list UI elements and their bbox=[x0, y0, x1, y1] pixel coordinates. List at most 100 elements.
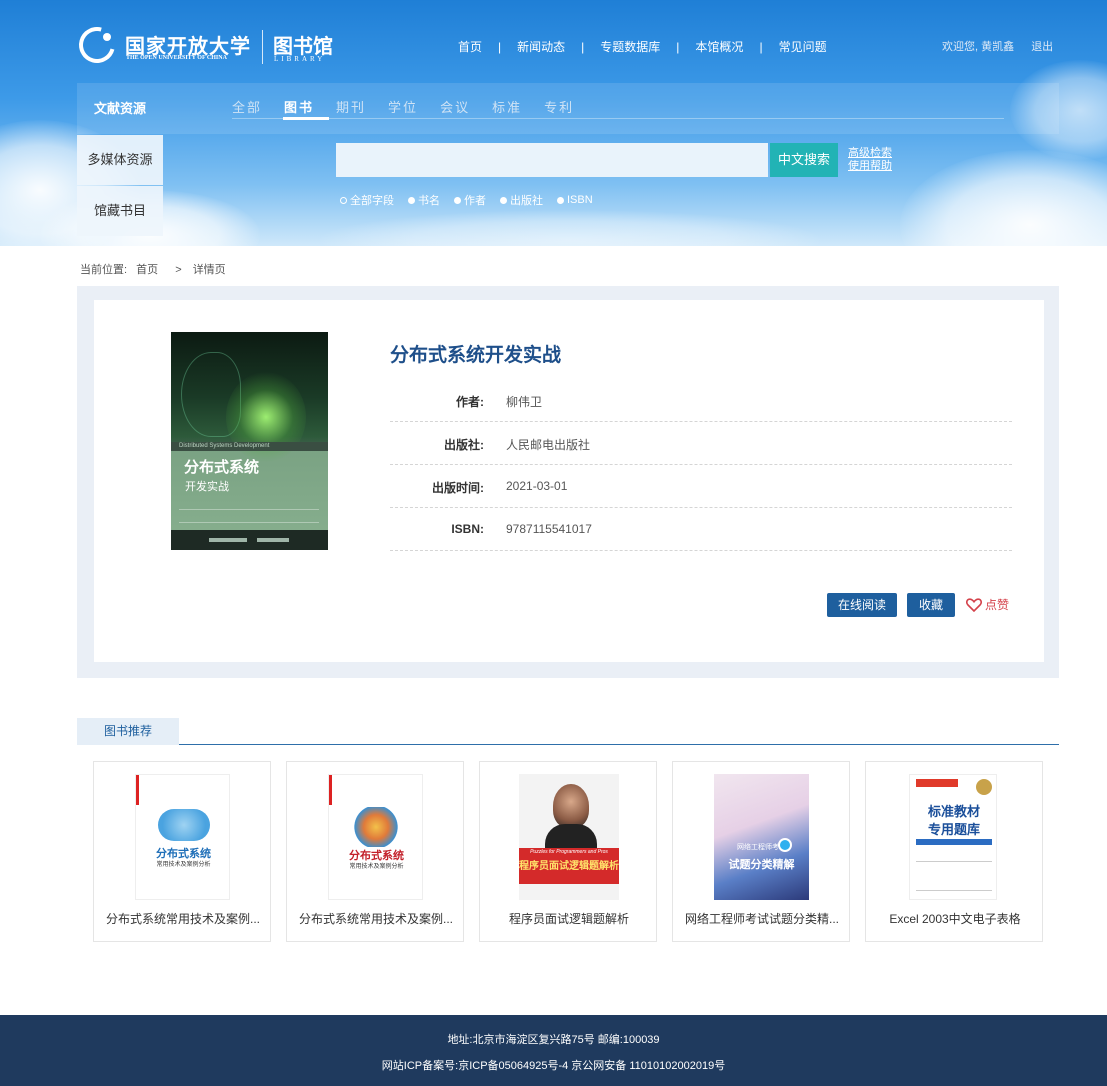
sidebar-item-catalog[interactable]: 馆藏书目 bbox=[77, 186, 163, 236]
recommend-caption[interactable]: 程序员面试逻辑题解析 bbox=[480, 910, 658, 927]
search-input[interactable] bbox=[336, 143, 768, 177]
field-option-publisher[interactable]: 出版社 bbox=[500, 192, 543, 208]
cover-title: 分布式系统 bbox=[184, 460, 260, 476]
tab-patents[interactable]: 专利 bbox=[544, 97, 574, 116]
field-row-publisher: 出版社: 人民邮电出版社 bbox=[390, 423, 1012, 465]
user-box: 欢迎您, 黄凯鑫 退出 bbox=[942, 38, 1053, 54]
recommend-cover-title: 程序员面试逻辑题解析 bbox=[519, 861, 619, 872]
cover-publisher-logo bbox=[209, 538, 247, 542]
nav-separator: | bbox=[498, 39, 502, 54]
recommend-card[interactable]: 分布式系统 常用技术及案例分析 分布式系统常用技术及案例... bbox=[93, 761, 271, 942]
field-option-label: 作者 bbox=[464, 195, 486, 207]
active-tab-indicator bbox=[283, 117, 329, 120]
footer: 地址:北京市海淀区复兴路75号 邮编:100039 网站ICP备案号:京ICP备… bbox=[0, 1015, 1107, 1086]
recommend-cover-image: 分布式系统 常用技术及案例分析 bbox=[328, 774, 423, 900]
recommend-caption[interactable]: 分布式系统常用技术及案例... bbox=[94, 910, 272, 927]
breadcrumb-home[interactable]: 首页 bbox=[136, 264, 158, 276]
recommend-caption[interactable]: 网络工程师考试试题分类精... bbox=[673, 910, 851, 927]
recommend-card[interactable]: 网络工程师考试 试题分类精解 网络工程师考试试题分类精... bbox=[672, 761, 850, 942]
book-title: 分布式系统开发实战 bbox=[390, 345, 562, 366]
field-option-label: 出版社 bbox=[510, 195, 543, 207]
advanced-search-link[interactable]: 高级检索 bbox=[848, 147, 892, 160]
field-row-publish-date: 出版时间: 2021-03-01 bbox=[390, 466, 1012, 508]
logout-link[interactable]: 退出 bbox=[1031, 41, 1053, 53]
recommend-caption[interactable]: 分布式系统常用技术及案例... bbox=[287, 910, 465, 927]
recommend-cover-subtitle: Puzzles for Programmers and Pros bbox=[530, 849, 608, 855]
recommend-card[interactable]: 标准教材 专用题库 Excel 2003中文电子表格 bbox=[865, 761, 1043, 942]
field-row-isbn: ISBN: 9787115541017 bbox=[390, 509, 1012, 551]
field-label: 出版社: bbox=[444, 438, 484, 452]
radio-icon bbox=[557, 196, 564, 204]
recommend-header bbox=[77, 718, 1059, 745]
field-option-label: ISBN bbox=[567, 194, 593, 206]
recommend-cover-title: 试题分类精解 bbox=[728, 859, 795, 871]
field-option-isbn[interactable]: ISBN bbox=[557, 192, 593, 208]
recommend-cover-subtitle: 专用题库 bbox=[927, 822, 980, 837]
nav-item-about[interactable]: 本馆概况 bbox=[695, 38, 743, 55]
recommend-caption[interactable]: Excel 2003中文电子表格 bbox=[866, 910, 1044, 927]
footer-address: 地址:北京市海淀区复兴路75号 邮编:100039 bbox=[447, 1034, 660, 1046]
top-bar: 国家开放大学 THE OPEN UNIVERSITY OF CHINA 图书馆 … bbox=[0, 0, 1107, 82]
nav-item-faq[interactable]: 常见问题 bbox=[779, 38, 827, 55]
field-value: 9787115541017 bbox=[506, 522, 592, 536]
field-value: 柳伟卫 bbox=[506, 395, 543, 409]
like-button[interactable]: 点赞 bbox=[966, 596, 1009, 613]
search-button[interactable]: 中文搜索 bbox=[770, 143, 838, 177]
cover-description bbox=[179, 509, 319, 523]
field-option-title[interactable]: 书名 bbox=[408, 192, 440, 208]
heart-icon bbox=[966, 597, 982, 612]
tab-underline bbox=[232, 118, 1004, 119]
field-label: 出版时间: bbox=[432, 481, 484, 495]
nav-separator: | bbox=[759, 39, 763, 54]
breadcrumb-current: 详情页 bbox=[192, 264, 226, 276]
like-label: 点赞 bbox=[985, 598, 1010, 612]
breadcrumb-separator: > bbox=[175, 264, 182, 276]
university-logo-icon[interactable] bbox=[72, 20, 122, 70]
tab-recommend[interactable]: 图书推荐 bbox=[77, 718, 179, 745]
read-online-button[interactable]: 在线阅读 bbox=[827, 593, 897, 617]
field-option-label: 全部字段 bbox=[350, 195, 394, 207]
breadcrumb: 当前位置: 首页 > 详情页 bbox=[80, 261, 232, 277]
radio-icon bbox=[454, 196, 461, 204]
cover-publisher-logo bbox=[257, 538, 289, 542]
tab-journals[interactable]: 期刊 bbox=[336, 97, 366, 116]
recommend-card[interactable]: 分布式系统 常用技术及案例分析 分布式系统常用技术及案例... bbox=[286, 761, 464, 942]
nav-item-home[interactable]: 首页 bbox=[458, 38, 482, 55]
search-links: 高级检索 使用帮助 bbox=[848, 147, 892, 173]
cover-publisher-strip bbox=[171, 530, 328, 550]
sidebar-item-multimedia[interactable]: 多媒体资源 bbox=[77, 135, 163, 185]
tab-standards[interactable]: 标准 bbox=[492, 97, 522, 116]
tab-degrees[interactable]: 学位 bbox=[388, 97, 418, 116]
resource-tabs: 全部 图书 期刊 学位 会议 标准 专利 bbox=[232, 97, 596, 116]
badge-icon bbox=[976, 779, 992, 795]
recommend-card[interactable]: Puzzles for Programmers and Pros 程序员面试逻辑… bbox=[479, 761, 657, 942]
help-link[interactable]: 使用帮助 bbox=[848, 160, 892, 173]
search-field-options: 全部字段 书名 作者 出版社 ISBN bbox=[340, 192, 607, 208]
radio-selected-icon bbox=[340, 196, 347, 204]
breadcrumb-label: 当前位置: bbox=[80, 264, 128, 276]
library-english: LIBRARY bbox=[274, 55, 326, 63]
logo-english: THE OPEN UNIVERSITY OF CHINA bbox=[126, 55, 227, 61]
recommend-cover-image: 网络工程师考试 试题分类精解 bbox=[714, 774, 809, 900]
nav-item-databases[interactable]: 专题数据库 bbox=[600, 38, 660, 55]
field-option-author[interactable]: 作者 bbox=[454, 192, 486, 208]
cover-band: Distributed Systems Development bbox=[171, 442, 328, 451]
tab-books[interactable]: 图书 bbox=[284, 97, 314, 116]
field-value: 人民邮电出版社 bbox=[506, 438, 591, 452]
illustration-graphic bbox=[353, 807, 399, 847]
logo-dot bbox=[103, 33, 111, 41]
field-value: 2021-03-01 bbox=[506, 479, 568, 493]
cover-subtitle: 开发实战 bbox=[185, 481, 229, 493]
nav-item-news[interactable]: 新闻动态 bbox=[517, 38, 565, 55]
recommend-cover-subtitle: 常用技术及案例分析 bbox=[156, 862, 211, 868]
nav-separator: | bbox=[676, 39, 680, 54]
favorite-button[interactable]: 收藏 bbox=[907, 593, 955, 617]
field-row-author: 作者: 柳伟卫 bbox=[390, 380, 1012, 422]
recommend-cover-image: 标准教材 专用题库 bbox=[909, 774, 997, 900]
book-cover-image: Distributed Systems Development 分布式系统 开发… bbox=[171, 332, 328, 550]
tab-all[interactable]: 全部 bbox=[232, 97, 262, 116]
field-label: 作者: bbox=[456, 395, 484, 409]
tab-conferences[interactable]: 会议 bbox=[440, 97, 470, 116]
nav-separator: | bbox=[581, 39, 585, 54]
field-option-all[interactable]: 全部字段 bbox=[340, 192, 394, 208]
